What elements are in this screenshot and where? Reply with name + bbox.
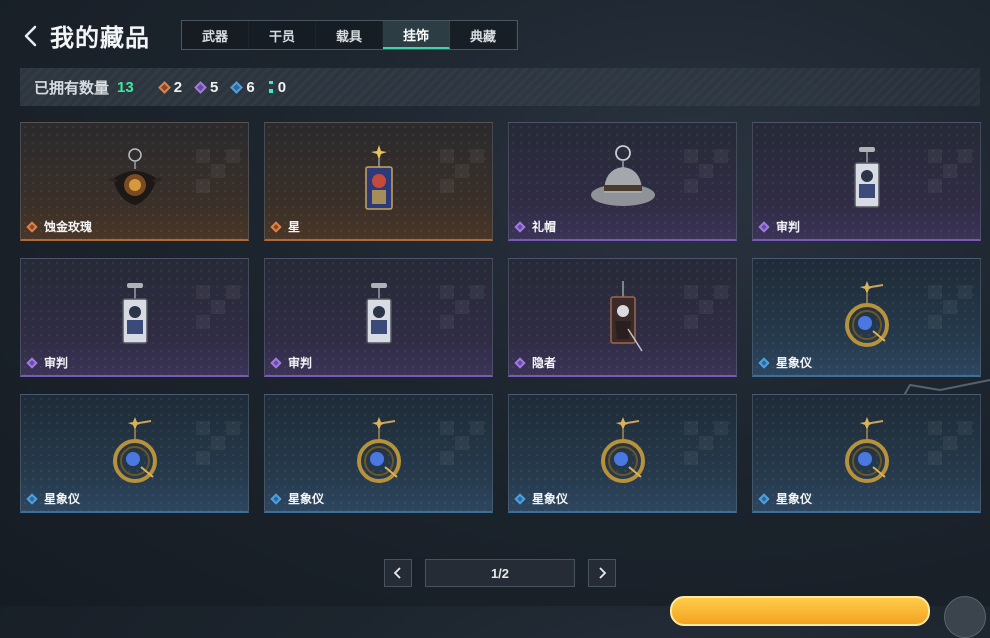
charm-card[interactable]: 隐者 [508,258,737,377]
charm-card[interactable]: 星象仪 [264,394,493,513]
teal-count-value: 0 [277,78,287,96]
charm-card[interactable]: 星象仪 [752,394,981,513]
judgement-card-charm-icon [847,145,887,220]
charm-card[interactable]: 审判 [752,122,981,241]
blue-gem-icon [758,356,770,369]
blue-gem-icon [758,492,770,505]
charm-card-label: 星象仪 [758,490,813,507]
charm-card-label: 隐者 [514,354,557,371]
purple-gem-icon [758,220,770,233]
owned-count-value: 13 [117,78,134,96]
blue-rarity-count: 6 [230,78,255,96]
star-card-charm-icon [359,145,399,220]
astrolabe-charm-icon [105,417,165,492]
charm-card-label: 审判 [26,354,69,371]
purple-gem-icon [194,80,207,94]
purple-gem-icon [514,220,526,233]
charm-name: 审判 [776,220,801,234]
tab-operators[interactable]: 干员 [249,21,316,49]
teal-rarity-count: 0 [268,78,287,96]
pagination: 1/2 [384,559,616,587]
chevron-left-icon [24,25,37,47]
charm-name: 星象仪 [44,492,81,506]
charm-name: 审判 [288,356,313,370]
prev-page-button[interactable] [384,559,412,587]
charm-name: 蚀金玫瑰 [44,220,93,234]
charm-name: 星象仪 [776,492,813,506]
charm-card[interactable]: 星象仪 [752,258,981,377]
purple-gem-icon [26,356,38,369]
ownership-stats-bar: 已拥有数量 13 2 5 6 0 [20,68,980,106]
round-action-button[interactable] [944,596,986,638]
charm-card-label: 蚀金玫瑰 [26,218,93,235]
fedora-hat-charm-icon [588,145,658,220]
judgement-card-charm-icon [115,281,155,356]
astrolabe-charm-icon [593,417,653,492]
tab-weapons[interactable]: 武器 [182,21,249,49]
blue-gem-icon [26,492,38,505]
charm-card[interactable]: 星象仪 [20,394,249,513]
charm-collection-grid: 蚀金玫瑰星礼帽 审判 审判 审判 隐者 星象仪 星象仪 星象仪 星象仪 星象仪 [20,122,981,513]
orange-gem-icon [270,220,282,233]
blue-gem-icon [270,492,282,505]
purple-gem-icon [514,356,526,369]
blue-gem-icon [514,492,526,505]
page-indicator: 1/2 [425,559,575,587]
purple-count-value: 5 [210,78,219,96]
blue-gem-icon [230,80,244,94]
teal-gem-icon [268,81,273,93]
blue-count-value: 6 [246,78,255,96]
charm-card-label: 礼帽 [514,218,557,235]
charm-name: 审判 [44,356,69,370]
tab-vehicles[interactable]: 载具 [316,21,383,49]
rose-charm-icon [105,145,165,220]
orange-gem-icon [157,80,171,94]
charm-name: 隐者 [532,356,557,370]
charm-card-label: 审判 [270,354,313,371]
primary-action-button[interactable] [670,596,930,626]
astrolabe-charm-icon [837,281,897,356]
charm-card-label: 审判 [758,218,801,235]
charm-name: 星象仪 [776,356,813,370]
charm-card[interactable]: 星 [264,122,493,241]
charm-name: 星象仪 [532,492,569,506]
purple-rarity-count: 5 [194,78,219,96]
orange-rarity-count: 2 [157,78,183,96]
page-title: 我的藏品 [50,25,150,52]
orange-gem-icon [26,220,38,233]
charm-card-label: 星象仪 [758,354,813,371]
category-tabs: 武器 干员 载具 挂饰 典藏 [181,20,518,50]
orange-count-value: 2 [173,78,183,96]
next-page-button[interactable] [588,559,616,587]
tab-collection[interactable]: 典藏 [450,21,517,49]
charm-card-label: 星 [270,218,301,235]
charm-card[interactable]: 蚀金玫瑰 [20,122,249,241]
back-button[interactable] [20,22,44,50]
charm-card-label: 星象仪 [26,490,81,507]
hermit-card-charm-icon [598,281,648,358]
judgement-card-charm-icon [359,281,399,356]
chevron-left-icon [393,567,401,579]
chevron-right-icon [599,567,607,579]
charm-card[interactable]: 星象仪 [508,394,737,513]
astrolabe-charm-icon [349,417,409,492]
purple-gem-icon [270,356,282,369]
charm-name: 星象仪 [288,492,325,506]
astrolabe-charm-icon [837,417,897,492]
charm-card-label: 星象仪 [270,490,325,507]
charm-name: 礼帽 [532,220,557,234]
charm-card[interactable]: 审判 [20,258,249,377]
owned-count-label: 已拥有数量 [34,79,110,97]
charm-card[interactable]: 审判 [264,258,493,377]
charm-card[interactable]: 礼帽 [508,122,737,241]
tab-charms[interactable]: 挂饰 [383,21,450,49]
charm-name: 星 [288,220,301,234]
charm-card-label: 星象仪 [514,490,569,507]
